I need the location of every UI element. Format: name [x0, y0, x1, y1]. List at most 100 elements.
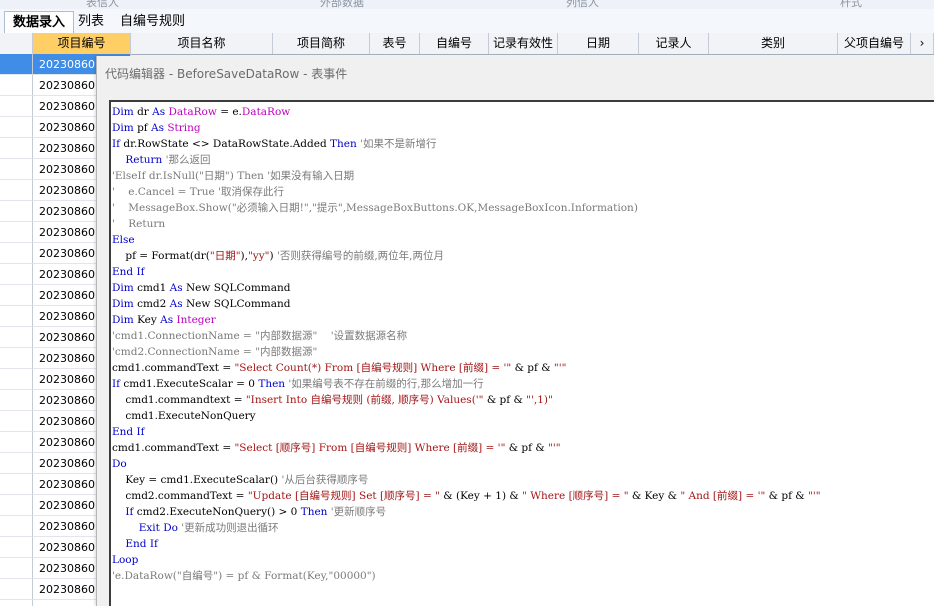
code-token: '更新顺序号 — [327, 506, 387, 518]
code-token: " Where [顺序号] = " — [522, 490, 629, 502]
code-token: "Update [自编号规则] Set [顺序号] = " — [247, 490, 440, 502]
row-selector[interactable] — [0, 558, 33, 579]
column-header[interactable]: 项目名称 — [131, 33, 273, 54]
tab-data-entry[interactable]: 数据录入 — [4, 11, 75, 34]
row-selector[interactable] — [0, 474, 33, 495]
code-token: Dim — [112, 282, 134, 294]
row-selector[interactable] — [0, 453, 33, 474]
code-token: Return — [125, 154, 163, 166]
row-selector[interactable] — [0, 432, 33, 453]
row-selector[interactable] — [0, 537, 33, 558]
code-token: "'" — [548, 442, 561, 454]
code-token: "yy" — [247, 250, 270, 262]
code-line: cmd1.commandText = "Select [顺序号] From [自… — [112, 440, 821, 456]
row-selector[interactable] — [0, 117, 33, 138]
code-token: '更新成功则退出循环 — [177, 522, 279, 534]
row-selector[interactable] — [0, 411, 33, 432]
column-header[interactable]: › — [911, 33, 934, 54]
column-header[interactable]: 父项自编号 — [838, 33, 911, 54]
code-token: Dim — [112, 314, 134, 326]
code-token: & Key & — [628, 490, 681, 502]
code-line: Dim cmd1 As New SQLCommand — [112, 280, 821, 296]
row-selector[interactable] — [0, 285, 33, 306]
code-token: pf = Format(dr( — [112, 250, 210, 262]
row-selector[interactable] — [0, 348, 33, 369]
row-selector[interactable] — [0, 159, 33, 180]
code-token: ) — [269, 250, 277, 262]
row-selector[interactable] — [0, 201, 33, 222]
row-selector[interactable] — [0, 327, 33, 348]
column-header[interactable]: 项目编号 — [33, 33, 131, 54]
code-token: '那么返回 — [162, 154, 211, 166]
code-area[interactable]: Dim dr As DataRow = e.DataRow Dim pf As S… — [109, 100, 934, 606]
code-line: End If — [112, 264, 821, 280]
column-header[interactable]: 记录人 — [639, 33, 709, 54]
code-line: pf = Format(dr("日期"),"yy") '否则获得编号的前缀,两位… — [112, 248, 821, 264]
row-selector[interactable] — [0, 222, 33, 243]
code-token: dr — [133, 106, 153, 118]
code-token: New SQLCommand — [182, 282, 291, 294]
code-token: As — [151, 122, 165, 134]
column-header[interactable]: 记录有效性 — [489, 33, 558, 54]
row-selector[interactable] — [0, 495, 33, 516]
code-line: End If — [112, 424, 821, 440]
row-selector[interactable] — [0, 579, 33, 600]
code-line: cmd1.commandtext = "Insert Into 自编号规则 (前… — [112, 392, 821, 408]
grid-header: 项目编号 项目名称 项目简称 表号 自编号 记录有效性 日期 记录人 类别 父项自编号 › — [0, 33, 934, 55]
code-line: Dim cmd2 As New SQLCommand — [112, 296, 821, 312]
code-token: cmd1.ExecuteScalar = 0 — [120, 378, 259, 390]
row-selector[interactable] — [0, 96, 33, 117]
code-line: 'ElseIf dr.IsNull("日期") Then '如果没有输入日期 — [112, 168, 821, 184]
row-selector[interactable] — [0, 600, 33, 606]
code-token: "Insert Into 自编号规则 (前缀, 顺序号) Values('" — [245, 394, 484, 406]
code-editor-window: 代码编辑器 - BeforeSaveDataRow - 表事件 Dim dr A… — [96, 56, 934, 606]
code-token: ' e.Cancel = True '取消保存此行 — [112, 186, 284, 198]
code-line: If dr.RowState <> DataRowState.Added The… — [112, 136, 821, 152]
code-token: ), — [240, 250, 248, 262]
code-token: Then — [258, 378, 286, 390]
code-token: "Select [顺序号] From [自编号规则] Where [前缀] = … — [234, 442, 506, 454]
code-token: Else — [112, 234, 135, 246]
row-selector[interactable] — [0, 369, 33, 390]
code-line: If cmd1.ExecuteScalar = 0 Then '如果编号表不存在… — [112, 376, 821, 392]
tab-numbering-rules[interactable]: 自编号规则 — [112, 11, 193, 32]
code-token: As — [152, 106, 166, 118]
code-line: 'cmd2.ConnectionName = "内部数据源" — [112, 344, 821, 360]
code-token: String — [167, 122, 201, 134]
row-selector[interactable] — [0, 243, 33, 264]
row-selector[interactable] — [0, 390, 33, 411]
code-token: '否则获得编号的前缀,两位年,两位月 — [276, 250, 444, 262]
code-token: " And [前缀] = '" — [680, 490, 766, 502]
row-selector[interactable] — [0, 516, 33, 537]
column-header[interactable]: 日期 — [558, 33, 639, 54]
code-token: ' MessageBox.Show("必须输入日期!","提示",Message… — [112, 202, 638, 214]
row-selector[interactable] — [0, 75, 33, 96]
code-token: cmd1 — [133, 282, 170, 294]
code-token: 'cmd1.ConnectionName = "内部数据源" '设置数据源名称 — [112, 330, 408, 342]
code-token: & pf & — [483, 394, 527, 406]
code-token: cmd1.commandText = — [112, 362, 235, 374]
code-line: cmd1.ExecuteNonQuery — [112, 408, 821, 424]
column-header[interactable]: 项目简称 — [273, 33, 370, 54]
code-token: 'cmd2.ConnectionName = "内部数据源" — [112, 346, 318, 358]
code-line: cmd2.commandText = "Update [自编号规则] Set [… — [112, 488, 820, 504]
row-selector[interactable] — [0, 54, 33, 75]
row-selector[interactable] — [0, 306, 33, 327]
column-header[interactable]: 自编号 — [420, 33, 489, 54]
tab-list[interactable]: 列表 — [70, 11, 112, 32]
row-selector[interactable] — [0, 138, 33, 159]
code-token: & pf & — [511, 362, 554, 374]
code-line: Else — [112, 232, 821, 248]
row-selector[interactable] — [0, 264, 33, 285]
row-selector[interactable] — [0, 180, 33, 201]
code-token: DataRow — [168, 106, 217, 118]
code-line: If cmd2.ExecuteNonQuery() > 0 Then '更新顺序… — [112, 504, 821, 520]
code-line: ' Return — [112, 216, 821, 232]
column-header[interactable]: 类别 — [709, 33, 838, 54]
column-header[interactable]: 表号 — [370, 33, 420, 54]
code-token: '如果编号表不存在前缀的行,那么增加一行 — [285, 378, 484, 390]
code-line: ' MessageBox.Show("必须输入日期!","提示",Message… — [112, 200, 821, 216]
